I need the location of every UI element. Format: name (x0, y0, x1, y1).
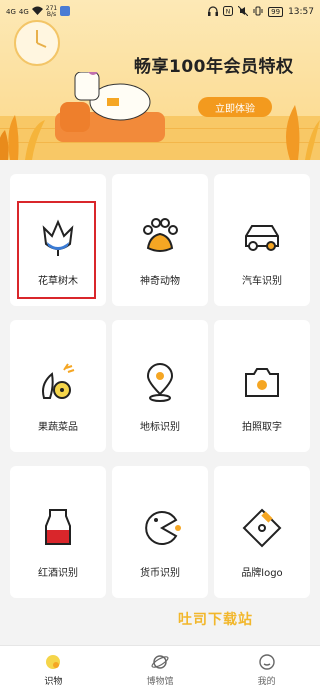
wine-glass-icon (45, 509, 71, 545)
battery-indicator: 99 (268, 7, 284, 17)
nav-profile[interactable]: 我的 (213, 646, 320, 693)
coin-icon (145, 511, 181, 545)
signal-indicator: 4G (6, 7, 16, 16)
nfc-icon: N (223, 5, 234, 19)
nav-label: 博物馆 (146, 676, 174, 687)
character-on-sofa-illustration (55, 72, 165, 142)
svg-text:N: N (226, 8, 231, 15)
net-speed: 271 B/s (45, 5, 58, 18)
nav-museum[interactable]: 博物馆 (107, 646, 214, 693)
signal-indicator-2: 4G (18, 7, 29, 16)
profile-icon (258, 653, 275, 670)
identify-icon (46, 654, 61, 669)
nav-label: 我的 (257, 676, 276, 687)
category-label: 果蔬菜品 (38, 422, 78, 433)
status-bar: 4G 4G 271 B/s N 99 13:57 (0, 0, 320, 24)
category-card-fruit[interactable]: 果蔬菜品 (10, 320, 106, 452)
paw-icon (143, 218, 178, 252)
category-card-currency[interactable]: 货币识别 (112, 466, 208, 598)
headphone-icon (208, 5, 219, 19)
wifi-icon (31, 6, 43, 18)
fruit-icon (42, 363, 75, 399)
camera-icon (245, 368, 279, 397)
app-notification-icon (60, 5, 71, 19)
category-label: 品牌logo (241, 568, 283, 579)
category-card-car[interactable]: 汽车识别 (214, 174, 310, 306)
category-label: 神奇动物 (140, 276, 180, 287)
mute-icon (237, 5, 249, 19)
nav-label: 识物 (44, 676, 63, 687)
category-label: 货币识别 (140, 568, 180, 579)
category-card-brand-logo[interactable]: 品牌logo (214, 466, 310, 598)
car-icon (245, 225, 279, 251)
watermark: 吐司下载站 (178, 612, 253, 628)
category-card-landmark[interactable]: 地标识别 (112, 320, 208, 452)
category-card-animals[interactable]: 神奇动物 (112, 174, 208, 306)
category-label: 拍照取字 (242, 422, 282, 433)
status-time: 13:57 (288, 7, 314, 17)
category-card-wine[interactable]: 红酒识别 (10, 466, 106, 598)
bottom-nav: 识物 博物馆 我的 (0, 645, 320, 693)
try-now-button[interactable]: 立即体验 (198, 97, 272, 117)
member-banner[interactable]: 畅享100年会员特权 立即体验 (0, 0, 320, 160)
vibrate-icon (253, 6, 263, 19)
category-label: 汽车识别 (242, 276, 282, 287)
selection-highlight (17, 201, 96, 299)
category-card-photo-text[interactable]: 拍照取字 (214, 320, 310, 452)
location-pin-icon (146, 363, 174, 402)
plants-right-illustration (286, 105, 320, 160)
planet-icon (151, 654, 169, 669)
tag-icon (242, 508, 282, 548)
banner-title: 畅享100年会员特权 (134, 57, 294, 77)
clock-illustration (14, 20, 60, 66)
nav-identify[interactable]: 识物 (0, 646, 107, 693)
category-label: 红酒识别 (38, 568, 78, 579)
plants-left-illustration (0, 115, 45, 160)
category-label: 地标识别 (140, 422, 180, 433)
